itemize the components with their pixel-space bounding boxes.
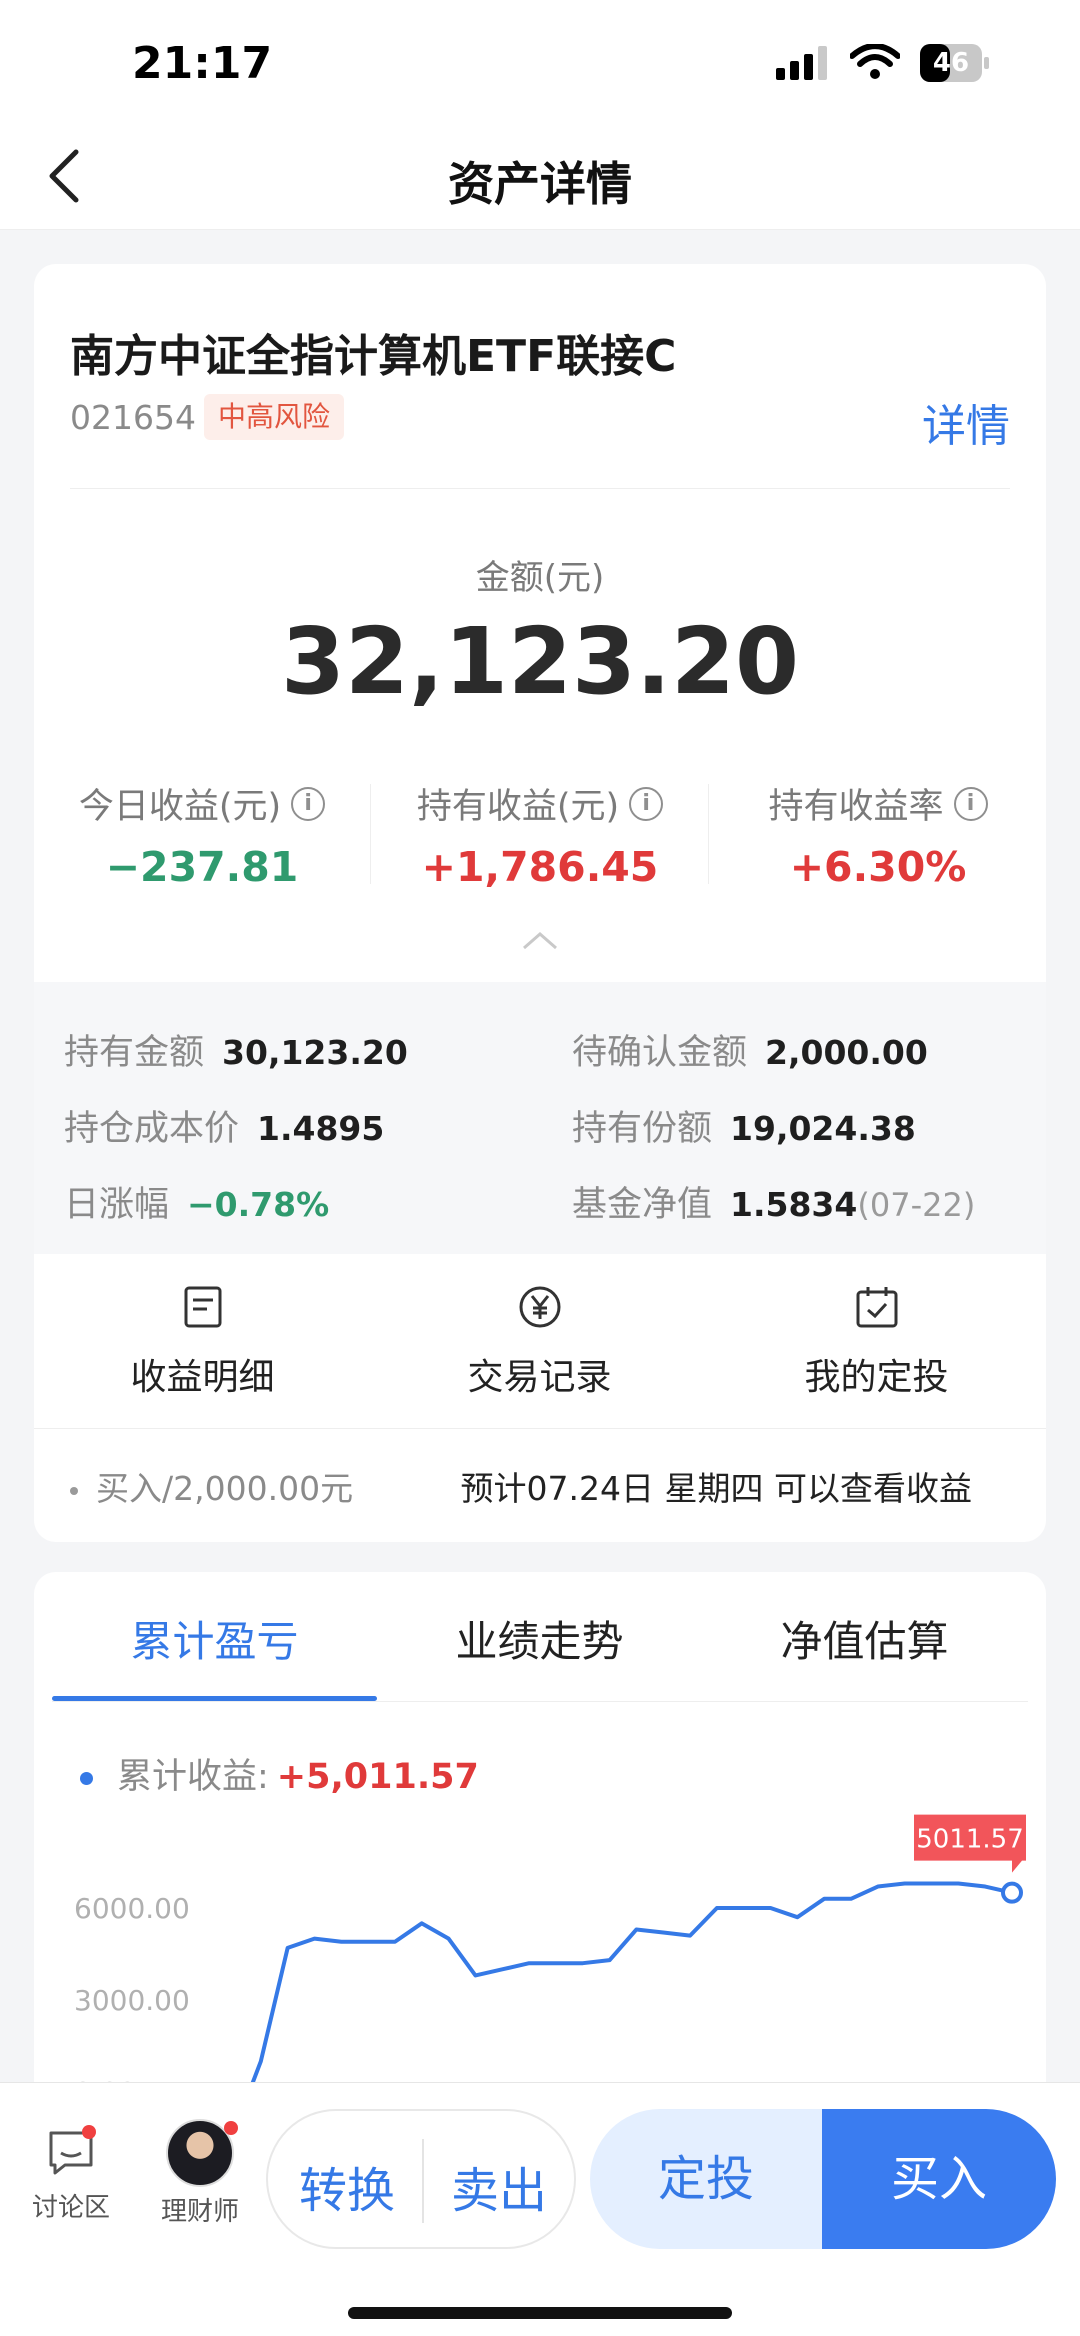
y-tick-label: 6000.00 (74, 1892, 190, 1925)
pending-amount: 待确认金额 2,000.00 (572, 1033, 928, 1073)
nav-bar: 资产详情 (0, 120, 1080, 230)
advisor-button[interactable]: 理财师 (150, 2119, 250, 2228)
hold-return-rate: 持有收益率 i +6.30% (710, 778, 1046, 891)
asset-card: 南方中证全指计算机ETF联接C 021654 中高风险 详情 金额(元) 32,… (34, 264, 1046, 1542)
hold-shares: 持有份额 19,024.38 (572, 1109, 916, 1149)
collapse-caret-icon[interactable] (520, 928, 560, 952)
status-bar: 21:17 46 (0, 0, 1080, 120)
chart-tabs: 累计盈亏 业绩走势 净值估算 (52, 1572, 1028, 1702)
trade-record-button[interactable]: 交易记录 (371, 1254, 708, 1424)
hold-income-value: +1,786.45 (421, 843, 659, 891)
sip-button[interactable]: 定投 (590, 2109, 822, 2249)
last-point-marker (1001, 1881, 1023, 1904)
tab-cumulative-pnl[interactable]: 累计盈亏 (52, 1608, 377, 1669)
legend-dot-icon (80, 1771, 93, 1785)
pending-buy-tip: 买入/2,000.00元 (70, 1462, 353, 1510)
divider (34, 1428, 1046, 1429)
hold-amount: 持有金额 30,123.20 (64, 1033, 408, 1073)
info-icon[interactable]: i (629, 786, 664, 821)
page-title: 资产详情 (448, 157, 632, 211)
sip-buy-group: 定投 买入 (590, 2109, 1056, 2249)
tab-performance[interactable]: 业绩走势 (377, 1608, 702, 1669)
fund-detail-link[interactable]: 详情 (922, 390, 1010, 454)
signal-icon (776, 46, 827, 80)
holdings-panel: 持有金额 30,123.20 待确认金额 2,000.00 持仓成本价 1.4895 … (34, 982, 1046, 1254)
wifi-icon (850, 44, 900, 79)
today-income-label: 今日收益(元) (78, 787, 282, 827)
hold-income: 持有收益(元) i +1,786.45 (372, 778, 708, 891)
income-detail-button[interactable]: 收益明细 (34, 1254, 371, 1424)
info-icon[interactable]: i (291, 786, 326, 821)
discuss-label: 讨论区 (31, 2193, 110, 2223)
tab-nav-estimate[interactable]: 净值估算 (702, 1608, 1027, 1669)
document-icon (184, 1286, 222, 1328)
bottom-action-bar: 讨论区 理财师 转换 卖出 定投 买入 (0, 2082, 1080, 2336)
divider (370, 784, 371, 884)
action-label: 交易记录 (467, 1357, 612, 1398)
hold-return-rate-label: 持有收益率 (768, 787, 944, 827)
yen-circle-icon (519, 1286, 561, 1328)
buy-button[interactable]: 买入 (822, 2109, 1056, 2249)
info-icon[interactable]: i (953, 786, 988, 821)
hold-return-rate-value: +6.30% (789, 843, 967, 891)
action-label: 收益明细 (130, 1357, 275, 1398)
fund-code: 021654 (70, 398, 196, 437)
amount-value: 32,123.20 (281, 608, 799, 715)
hold-income-label: 持有收益(元) (416, 787, 620, 827)
home-indicator (348, 2307, 732, 2319)
daily-change: 日涨幅 −0.78% (64, 1185, 330, 1225)
active-tab-underline (52, 1696, 377, 1701)
action-label: 我的定投 (804, 1357, 949, 1398)
action-row: 收益明细 交易记录 我的定投 (34, 1254, 1046, 1424)
sell-button[interactable]: 卖出 (424, 2151, 574, 2221)
notification-dot (82, 2125, 96, 2139)
my-sip-button[interactable]: 我的定投 (708, 1254, 1045, 1424)
bullet-icon (70, 1486, 78, 1495)
divider (70, 488, 1010, 489)
battery-level: 46 (932, 48, 970, 78)
convert-button[interactable]: 转换 (272, 2151, 422, 2221)
calendar-check-icon (856, 1287, 898, 1328)
risk-badge: 中高风险 (204, 394, 345, 440)
battery-icon: 46 (920, 44, 990, 82)
cost-price: 持仓成本价 1.4895 (64, 1109, 385, 1149)
amount-label: 金额(元) (475, 558, 605, 598)
divider (708, 784, 709, 884)
advisor-label: 理财师 (160, 2197, 239, 2227)
y-tick-label: 3000.00 (74, 1984, 190, 2017)
convert-sell-group: 转换 卖出 (266, 2109, 576, 2249)
income-date-tip: 预计07.24日 星期四 可以查看收益 (460, 1469, 972, 1508)
today-income-value: −237.81 (105, 843, 299, 891)
fund-nav: 基金净值 1.5834(07-22) (572, 1185, 976, 1225)
fund-name: 南方中证全指计算机ETF联接C (70, 331, 677, 382)
discuss-button[interactable]: 讨论区 (24, 2125, 118, 2224)
today-income: 今日收益(元) i −237.81 (34, 778, 370, 891)
status-time: 21:17 (132, 38, 273, 89)
notification-dot (224, 2121, 238, 2135)
tooltip-label: 5011.57 (916, 1825, 1024, 1855)
